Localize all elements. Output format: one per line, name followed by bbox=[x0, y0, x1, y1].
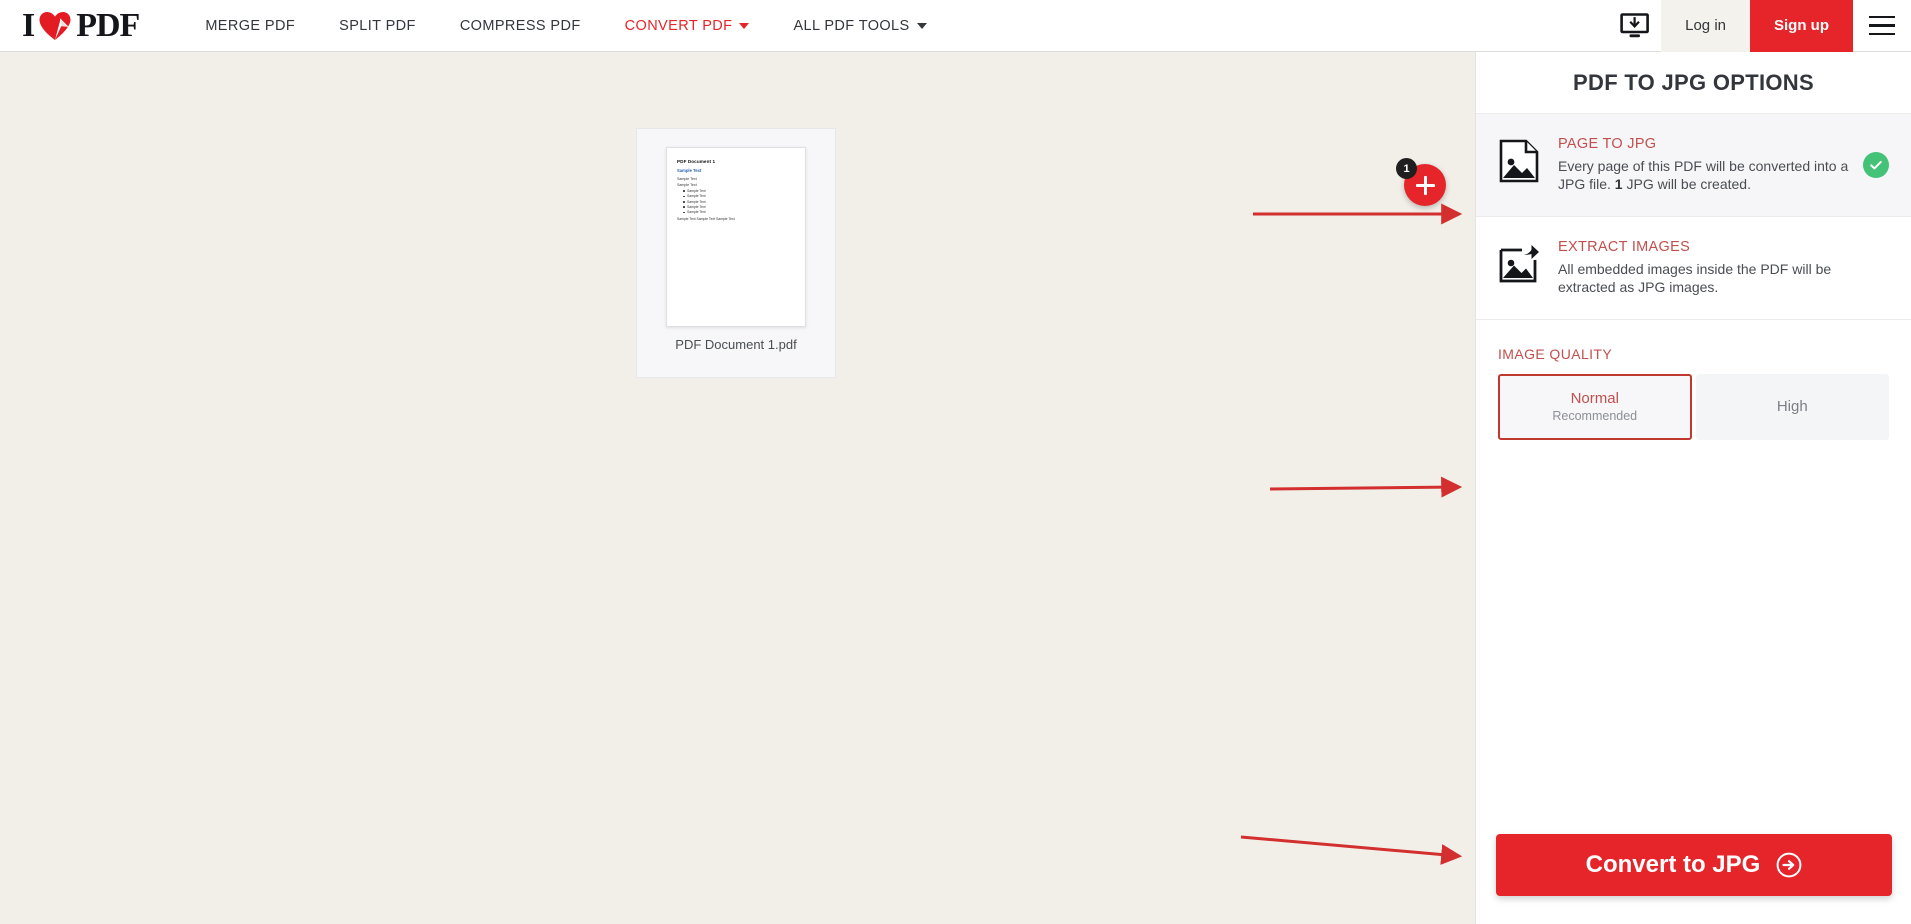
convert-to-jpg-button[interactable]: Convert to JPG bbox=[1496, 834, 1892, 896]
nav-label: COMPRESS PDF bbox=[459, 17, 581, 34]
nav-item-compress-pdf[interactable]: COMPRESS PDF bbox=[438, 0, 603, 51]
pdf-thumbnail: PDF Document 1 Sample Text Sample Text S… bbox=[666, 147, 806, 327]
thumbnail-line: Sample Text bbox=[677, 182, 697, 187]
site-header: I PDF MERGE PDF SPLIT PDF COMPRESS PDF C… bbox=[0, 0, 1911, 52]
file-name-label: PDF Document 1.pdf bbox=[675, 337, 797, 352]
heart-icon bbox=[38, 10, 72, 42]
thumbnail-line: Sample Text bbox=[677, 176, 697, 181]
desc-part-2: JPG will be created. bbox=[1622, 176, 1751, 193]
quality-option-title: High bbox=[1776, 398, 1808, 416]
image-quality-label: IMAGE QUALITY bbox=[1498, 345, 1613, 362]
nav-item-all-pdf-tools[interactable]: ALL PDF TOOLS bbox=[771, 0, 948, 51]
thumbnail-heading: Sample Text bbox=[677, 168, 702, 173]
logo-text-left: I bbox=[22, 6, 35, 44]
option-heading: PAGE TO JPG bbox=[1558, 136, 1657, 152]
option-description: All embedded images inside the PDF will … bbox=[1558, 260, 1832, 296]
nav-label: CONVERT PDF bbox=[624, 17, 733, 34]
option-heading: EXTRACT IMAGES bbox=[1558, 238, 1691, 255]
nav-label: ALL PDF TOOLS bbox=[793, 17, 910, 34]
file-card[interactable]: PDF Document 1 Sample Text Sample Text S… bbox=[636, 128, 836, 378]
option-text: EXTRACT IMAGES All embedded images insid… bbox=[1544, 239, 1891, 297]
option-text: PAGE TO JPG Every page of this PDF will … bbox=[1544, 136, 1891, 194]
nav-item-split-pdf[interactable]: SPLIT PDF bbox=[317, 0, 438, 51]
page-image-icon bbox=[1498, 136, 1544, 188]
page-root: I PDF MERGE PDF SPLIT PDF COMPRESS PDF C… bbox=[0, 0, 1911, 924]
desc-count: 1 bbox=[1614, 176, 1623, 193]
nav-item-merge-pdf[interactable]: MERGE PDF bbox=[183, 0, 317, 51]
signup-button[interactable]: Sign up bbox=[1750, 0, 1853, 52]
signup-label: Sign up bbox=[1774, 17, 1829, 34]
thumbnail-bullet: Sample Text bbox=[683, 210, 795, 214]
nav-label: MERGE PDF bbox=[205, 17, 296, 34]
option-description: Every page of this PDF will be converted… bbox=[1558, 157, 1869, 194]
file-workspace: PDF Document 1 Sample Text Sample Text S… bbox=[0, 52, 1474, 924]
arrow-right-circle-icon bbox=[1776, 852, 1802, 878]
hamburger-menu-icon[interactable] bbox=[1853, 0, 1911, 52]
thumbnail-bullet: Sample Text bbox=[683, 194, 795, 198]
option-page-to-jpg[interactable]: PAGE TO JPG Every page of this PDF will … bbox=[1476, 114, 1911, 217]
header-actions: Log in Sign up bbox=[1609, 0, 1911, 52]
thumbnail-footer: Sample Text Sample Text Sample Text bbox=[677, 217, 735, 222]
check-icon bbox=[1863, 151, 1889, 178]
login-button[interactable]: Log in bbox=[1661, 0, 1750, 52]
thumbnail-bullet: Sample Text bbox=[683, 189, 795, 193]
thumbnail-bullet: Sample Text bbox=[683, 205, 795, 209]
file-count-badge: 1 bbox=[1396, 158, 1417, 179]
chevron-down-icon bbox=[916, 22, 927, 29]
image-quality-options: Normal Recommended High bbox=[1498, 373, 1889, 440]
image-quality-section: IMAGE QUALITY Normal Recommended High bbox=[1476, 320, 1911, 440]
panel-title: PDF TO JPG OPTIONS bbox=[1476, 52, 1911, 114]
options-panel: PDF TO JPG OPTIONS PAGE TO JPG Every pag… bbox=[1475, 52, 1911, 924]
nav-label: SPLIT PDF bbox=[339, 17, 416, 34]
option-extract-images[interactable]: EXTRACT IMAGES All embedded images insid… bbox=[1476, 217, 1911, 320]
quality-option-high[interactable]: High bbox=[1695, 373, 1889, 440]
logo-text-right: PDF bbox=[76, 6, 140, 44]
convert-button-label: Convert to JPG bbox=[1585, 851, 1761, 878]
main-navigation: MERGE PDF SPLIT PDF COMPRESS PDF CONVERT… bbox=[183, 0, 948, 51]
desktop-download-icon[interactable] bbox=[1609, 0, 1661, 51]
thumbnail-bullet-list: Sample Text Sample Text Sample Text Samp… bbox=[683, 189, 795, 214]
login-label: Log in bbox=[1685, 17, 1726, 34]
quality-option-normal[interactable]: Normal Recommended bbox=[1498, 373, 1692, 440]
chevron-down-icon bbox=[739, 22, 750, 29]
thumbnail-bullet: Sample Text bbox=[683, 200, 795, 204]
quality-option-subtitle: Recommended bbox=[1552, 409, 1638, 424]
extract-image-icon bbox=[1498, 239, 1544, 289]
thumbnail-title: PDF Document 1 bbox=[677, 159, 716, 164]
ilovepdf-logo[interactable]: I PDF bbox=[22, 6, 140, 44]
quality-option-title: Normal bbox=[1570, 390, 1619, 408]
nav-item-convert-pdf[interactable]: CONVERT PDF bbox=[603, 0, 772, 51]
